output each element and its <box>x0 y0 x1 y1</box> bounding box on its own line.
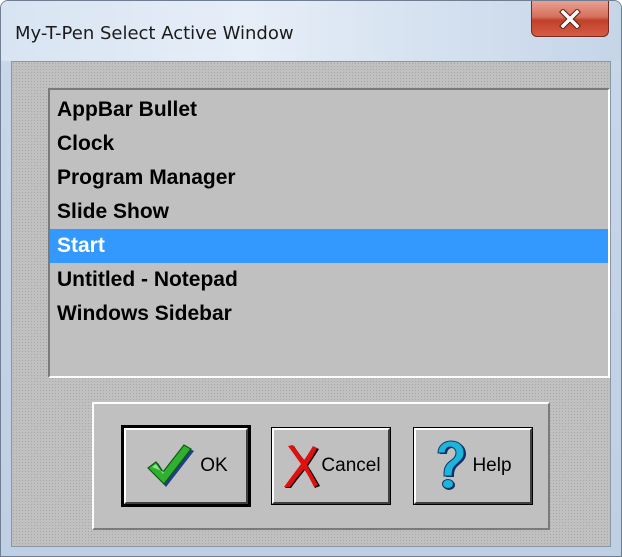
dialog-client-area: AppBar Bullet Clock Program Manager Slid… <box>11 61 611 547</box>
cancel-label: Cancel <box>321 455 381 476</box>
title-bar[interactable]: My-T-Pen Select Active Window <box>1 1 621 61</box>
window-title: My-T-Pen Select Active Window <box>15 23 294 44</box>
cancel-button[interactable]: Cancel <box>272 428 390 504</box>
list-item[interactable]: Clock <box>50 127 608 161</box>
list-item[interactable]: Untitled - Notepad <box>50 263 608 297</box>
dialog-window: My-T-Pen Select Active Window AppBar Bul… <box>0 0 622 557</box>
ok-label: OK <box>200 455 228 476</box>
list-item[interactable]: AppBar Bullet <box>50 93 608 127</box>
close-button[interactable] <box>531 1 609 37</box>
checkmark-icon <box>144 441 196 491</box>
list-item[interactable]: Slide Show <box>50 195 608 229</box>
question-mark-icon <box>434 440 468 492</box>
button-panel: OK Cancel Help <box>92 402 550 530</box>
ok-button[interactable]: OK <box>124 428 248 504</box>
help-button[interactable]: Help <box>414 428 532 504</box>
list-item[interactable]: Windows Sidebar <box>50 297 608 331</box>
help-label: Help <box>472 455 512 476</box>
list-item-selected[interactable]: Start <box>50 229 608 263</box>
list-item[interactable]: Program Manager <box>50 161 608 195</box>
window-list[interactable]: AppBar Bullet Clock Program Manager Slid… <box>48 88 610 378</box>
red-x-icon <box>281 441 321 491</box>
close-x-icon <box>559 8 581 29</box>
